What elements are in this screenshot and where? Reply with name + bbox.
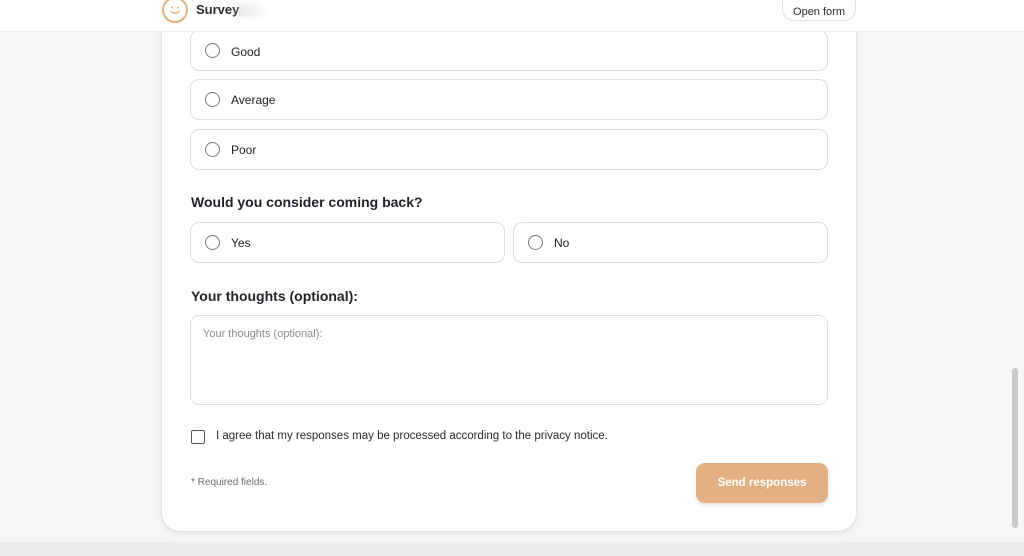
option-label: Poor — [231, 143, 257, 157]
option-poor[interactable]: Poor — [190, 129, 828, 170]
option-good[interactable]: Good — [190, 30, 828, 71]
top-bar: Survey Open form — [0, 0, 1024, 32]
radio-poor[interactable] — [205, 142, 220, 157]
radio-good[interactable] — [205, 43, 220, 58]
option-yes[interactable]: Yes — [190, 222, 505, 263]
scrollbar-thumb[interactable] — [1012, 368, 1018, 528]
brand-name: Survey — [196, 2, 240, 17]
required-note: * Required fields. — [191, 477, 268, 488]
consent-label: I agree that my responses may be process… — [216, 430, 608, 442]
brand-fade — [236, 4, 270, 18]
page-bottom-band — [0, 542, 1024, 556]
thoughts-textarea[interactable] — [190, 315, 828, 405]
open-form-button[interactable]: Open form — [782, 0, 856, 21]
option-average[interactable]: Average — [190, 79, 828, 120]
option-label: No — [554, 236, 570, 250]
send-responses-button[interactable]: Send responses — [696, 463, 828, 503]
option-label: Yes — [231, 236, 251, 250]
smiley-icon — [162, 0, 188, 23]
radio-average[interactable] — [205, 92, 220, 107]
radio-no[interactable] — [528, 235, 543, 250]
consent-checkbox[interactable] — [191, 430, 205, 444]
question-title-thoughts: Your thoughts (optional): — [191, 288, 358, 304]
option-no[interactable]: No — [513, 222, 828, 263]
option-label: Good — [231, 45, 261, 59]
question-title-return: Would you consider coming back? — [191, 194, 423, 210]
radio-yes[interactable] — [205, 235, 220, 250]
option-label: Average — [231, 93, 276, 107]
